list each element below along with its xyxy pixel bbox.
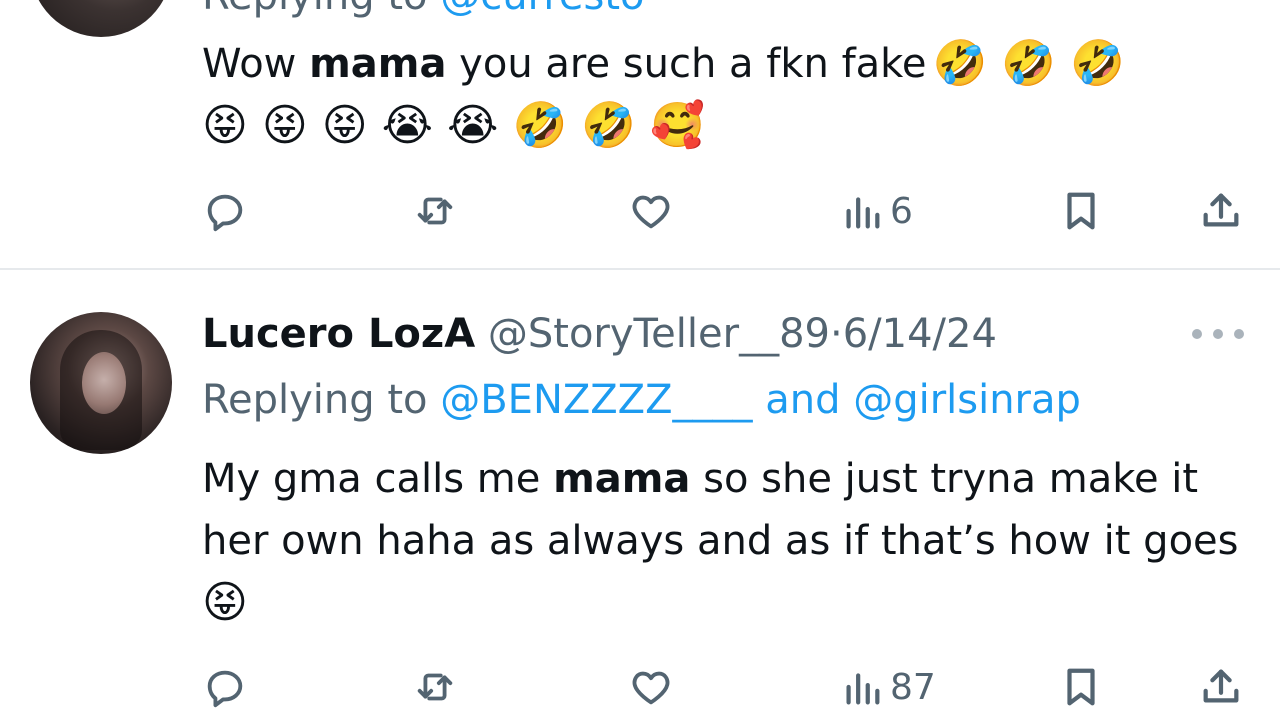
emoji: 😝 [261, 100, 308, 151]
like-button[interactable] [628, 662, 682, 712]
tweet-1[interactable]: Replying to @curresto Wow mama you are s… [0, 0, 1280, 268]
bookmark-icon [1058, 664, 1104, 710]
heart-icon [628, 188, 674, 234]
tweet-date[interactable]: 6/14/24 [843, 311, 997, 357]
avatar-face [82, 352, 126, 414]
reply-icon [202, 188, 248, 234]
tweet-2[interactable]: Lucero LozA @StoryTeller__89·6/14/24 Rep… [0, 270, 1280, 720]
tweet-text-part: Wow [202, 41, 310, 87]
views-count: 87 [890, 666, 936, 708]
more-dot [1192, 329, 1202, 339]
emoji: 😭 [381, 100, 434, 151]
tweet-text: My gma calls me mama so she just tryna m… [202, 448, 1252, 634]
reply-feed: Replying to @curresto Wow mama you are s… [0, 0, 1280, 720]
emoji: 🤣 [581, 100, 637, 151]
tweet-text-bold: mama [309, 41, 447, 87]
tweet-header: Lucero LozA @StoryTeller__89·6/14/24 [202, 306, 997, 362]
tweet-text-part: My gma calls me [202, 456, 554, 502]
emoji: 🥰 [650, 100, 705, 151]
share-icon [1198, 664, 1244, 710]
mention-link[interactable]: @curresto [440, 0, 644, 19]
user-handle[interactable]: @StoryTeller__89 [488, 311, 830, 357]
bookmark-button[interactable] [1058, 186, 1104, 236]
tweet-text: Wow mama you are such a fkn fake 🤣 🤣 🤣 😝 😝 😝 😭… [202, 33, 1252, 157]
like-button[interactable] [628, 186, 682, 236]
retweet-icon [412, 664, 458, 710]
more-dot [1234, 329, 1244, 339]
reply-button[interactable] [202, 186, 256, 236]
replying-prefix: Replying to [202, 0, 428, 19]
mention-link[interactable]: @BENZZZZ____ [440, 377, 752, 423]
avatar[interactable] [30, 0, 172, 37]
retweet-icon [412, 188, 458, 234]
display-name[interactable]: Lucero LozA [202, 311, 475, 357]
bookmark-button[interactable] [1058, 662, 1104, 712]
avatar[interactable] [30, 312, 172, 454]
separator-dot: · [829, 311, 843, 357]
mention-link[interactable]: @girlsinrap [853, 377, 1081, 423]
action-bar: 87 [202, 662, 1252, 712]
emoji: 🤣 [932, 38, 988, 89]
emoji: 😭 [447, 100, 499, 151]
more-dot [1213, 329, 1223, 339]
views-chart-icon [842, 664, 882, 710]
emoji: 😝 [321, 100, 368, 151]
reply-icon [202, 664, 248, 710]
replying-and: and [765, 377, 841, 423]
emoji: 🤣 [1001, 38, 1057, 89]
views-button[interactable]: 87 [842, 662, 936, 712]
emoji: 😝 [202, 577, 248, 628]
emoji: 🤣 [1070, 38, 1125, 89]
bookmark-icon [1058, 188, 1104, 234]
share-button[interactable] [1198, 662, 1244, 712]
tweet-text-bold: mama [553, 456, 691, 502]
share-icon [1198, 188, 1244, 234]
action-bar: 6 [202, 186, 1252, 236]
more-icon[interactable] [1192, 326, 1244, 342]
emoji: 😝 [202, 100, 248, 151]
emoji: 🤣 [512, 100, 568, 151]
views-button[interactable]: 6 [842, 186, 913, 236]
share-button[interactable] [1198, 186, 1244, 236]
views-chart-icon [842, 188, 882, 234]
replying-to-line: Replying to @BENZZZZ____ and @girlsinrap [202, 372, 1081, 428]
retweet-button[interactable] [412, 662, 466, 712]
heart-icon [628, 664, 674, 710]
retweet-button[interactable] [412, 186, 466, 236]
replying-to-line: Replying to @curresto [202, 0, 645, 20]
replying-prefix: Replying to [202, 377, 428, 423]
tweet-text-part: you are such a fkn fake [446, 41, 927, 87]
views-count: 6 [890, 190, 913, 232]
reply-button[interactable] [202, 662, 256, 712]
